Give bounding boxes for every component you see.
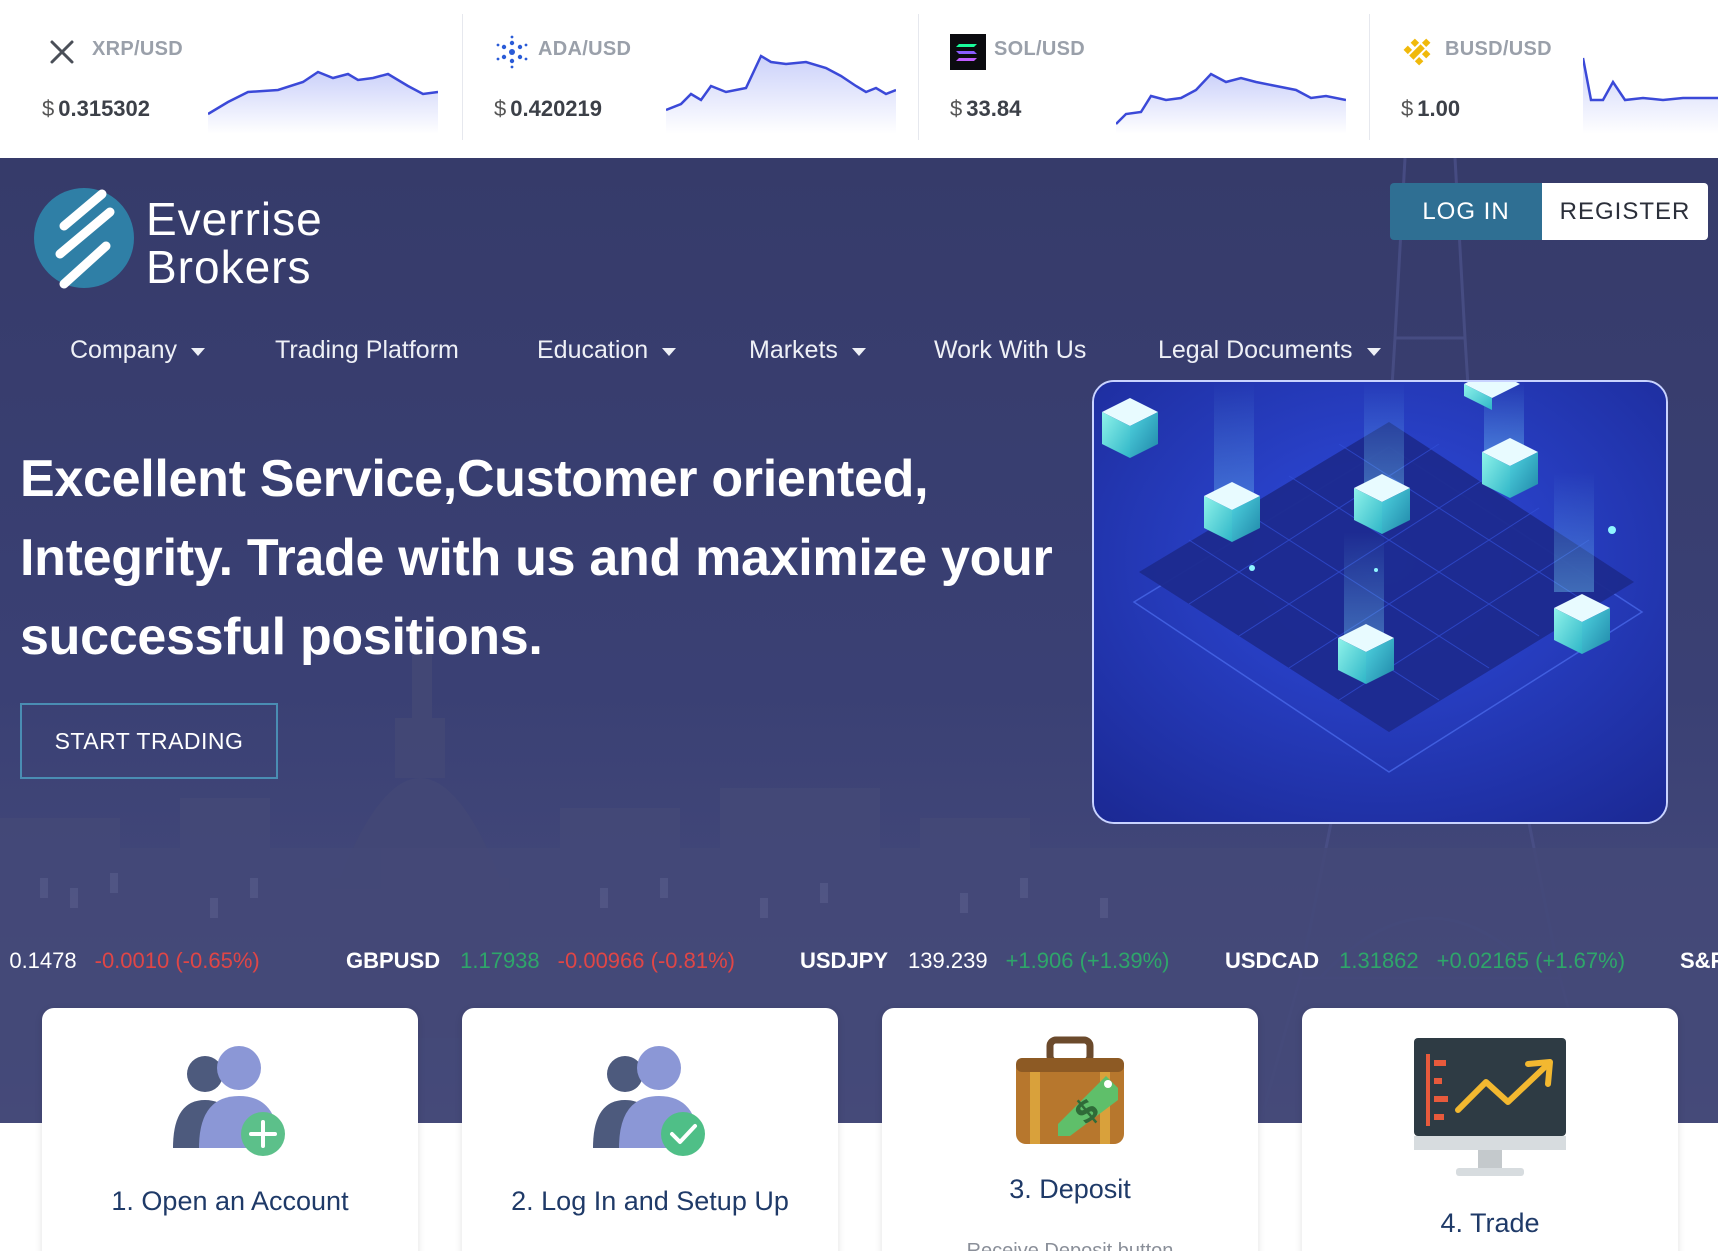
register-button[interactable]: REGISTER	[1542, 183, 1708, 240]
step-title: 2. Log In and Setup Up	[511, 1186, 789, 1216]
step-subtitle: Receive Deposit button	[966, 1240, 1174, 1251]
fx-ticker-item[interactable]: USDCAD 1.31862 +0.02165 (+1.67%)	[1225, 948, 1625, 974]
nav-item-company[interactable]: Company	[70, 336, 205, 365]
step-card-open-account[interactable]: 1. Open an Account	[42, 1008, 418, 1251]
logo-wordmark: Everrise	[146, 193, 323, 245]
nav-item-work-with-us[interactable]: Work With Us	[934, 336, 1086, 365]
sparkline-chart	[208, 70, 438, 134]
fx-price: 139.239	[908, 948, 988, 973]
caret-down-icon	[191, 347, 205, 356]
xrp-icon	[50, 40, 74, 64]
fx-price: 0.1478	[9, 948, 77, 973]
nav-item-label: Education	[537, 336, 649, 364]
busd-icon	[1403, 38, 1431, 66]
brand-logo[interactable]: Everrise Brokers	[34, 188, 334, 298]
sol-icon	[950, 34, 986, 70]
nav-item-legal-documents[interactable]: Legal Documents	[1158, 336, 1381, 365]
fx-ticker-item[interactable]: USDJPY 139.239 +1.906 (+1.39%)	[800, 948, 1169, 974]
step-title: 1. Open an Account	[111, 1186, 349, 1216]
crypto-pair-label: XRP/USD	[92, 38, 184, 60]
fx-change: -0.00966 (-0.81%)	[557, 948, 735, 973]
fx-symbol: USDCAD	[1225, 948, 1320, 973]
fx-change: -0.0010 (-0.65%)	[94, 948, 260, 973]
fx-ticker-item[interactable]: GBPUSD 1.17938 -0.00966 (-0.81%)	[346, 948, 735, 974]
money-suitcase-icon: $	[1016, 1036, 1124, 1144]
fx-ticker-item[interactable]: ) 0.1478 -0.0010 (-0.65%)	[0, 948, 260, 974]
fx-ticker-item[interactable]: S&P	[1680, 948, 1718, 974]
main-nav: Company Trading Platform Education Marke…	[0, 336, 1400, 376]
start-trading-button[interactable]: START TRADING	[20, 703, 278, 779]
step-card-trade[interactable]: 4. Trade	[1302, 1008, 1678, 1251]
crypto-pair-label: ADA/USD	[538, 38, 632, 60]
nav-item-label: Work With Us	[934, 336, 1087, 364]
crypto-item-sol[interactable]: SOL/USD $33.84	[918, 14, 1368, 142]
crypto-price: $0.315302	[42, 96, 151, 121]
trading-chart-monitor-icon	[1414, 1038, 1566, 1176]
crypto-price: $0.420219	[494, 96, 603, 121]
crypto-item-busd[interactable]: BUSD/USD $1.00	[1369, 14, 1718, 142]
sparkline-chart	[1583, 57, 1718, 134]
nav-item-label: Markets	[749, 336, 838, 364]
nav-item-label: Trading Platform	[275, 336, 459, 364]
crypto-price: $33.84	[950, 96, 1022, 121]
login-button[interactable]: LOG IN	[1390, 183, 1542, 240]
crypto-price: $1.00	[1401, 96, 1461, 121]
step-title: 3. Deposit	[1009, 1174, 1131, 1204]
fx-change: +1.906 (+1.39%)	[1005, 948, 1170, 973]
step-title: 4. Trade	[1440, 1208, 1540, 1238]
nav-item-label: Legal Documents	[1158, 336, 1353, 364]
nav-item-trading-platform[interactable]: Trading Platform	[275, 336, 459, 365]
logo-wordmark: Brokers	[146, 241, 312, 293]
fx-price: 1.17938	[460, 948, 540, 973]
crypto-item-ada[interactable]: ADA/USD $0.420219	[462, 14, 917, 142]
nav-item-education[interactable]: Education	[537, 336, 677, 365]
step-card-deposit[interactable]: $ 3. Deposit Receive Deposit button	[882, 1008, 1258, 1251]
nav-item-label: Company	[70, 336, 177, 364]
nav-item-markets[interactable]: Markets	[749, 336, 866, 365]
crypto-item-xrp[interactable]: XRP/USD $0.315302	[10, 14, 440, 142]
fx-change: +0.02165 (+1.67%)	[1436, 948, 1626, 973]
caret-down-icon	[662, 347, 677, 356]
step-card-login-setup[interactable]: 2. Log In and Setup Up	[462, 1008, 838, 1251]
fx-symbol: GBPUSD	[346, 948, 441, 973]
fx-symbol: USDJPY	[800, 948, 889, 973]
verified-user-icon	[593, 1046, 705, 1156]
crypto-pair-label: BUSD/USD	[1445, 38, 1552, 60]
sparkline-chart	[1116, 72, 1346, 134]
add-user-icon	[173, 1046, 285, 1156]
logo-mark-icon	[34, 188, 134, 289]
fx-symbol: S&P	[1680, 948, 1718, 973]
hero-section: Everrise Brokers LOG IN REGISTER Company…	[0, 158, 1718, 1123]
crypto-pair-label: SOL/USD	[994, 38, 1085, 60]
blockchain-illustration	[1094, 382, 1666, 822]
fx-ticker: ) 0.1478 -0.0010 (-0.65%) GBPUSD 1.17938…	[0, 938, 1718, 988]
caret-down-icon	[851, 347, 866, 356]
fx-price: 1.31862	[1339, 948, 1419, 973]
crypto-ticker-bar: XRP/USD $0.315302 ADA/USD $0.420219 SOL/…	[0, 0, 1718, 158]
ada-icon	[496, 35, 528, 69]
sparkline-chart	[666, 54, 896, 134]
hero-illustration	[1092, 380, 1668, 824]
caret-down-icon	[1366, 347, 1381, 356]
hero-headline: Excellent Service,Customer oriented, Int…	[20, 450, 1053, 666]
